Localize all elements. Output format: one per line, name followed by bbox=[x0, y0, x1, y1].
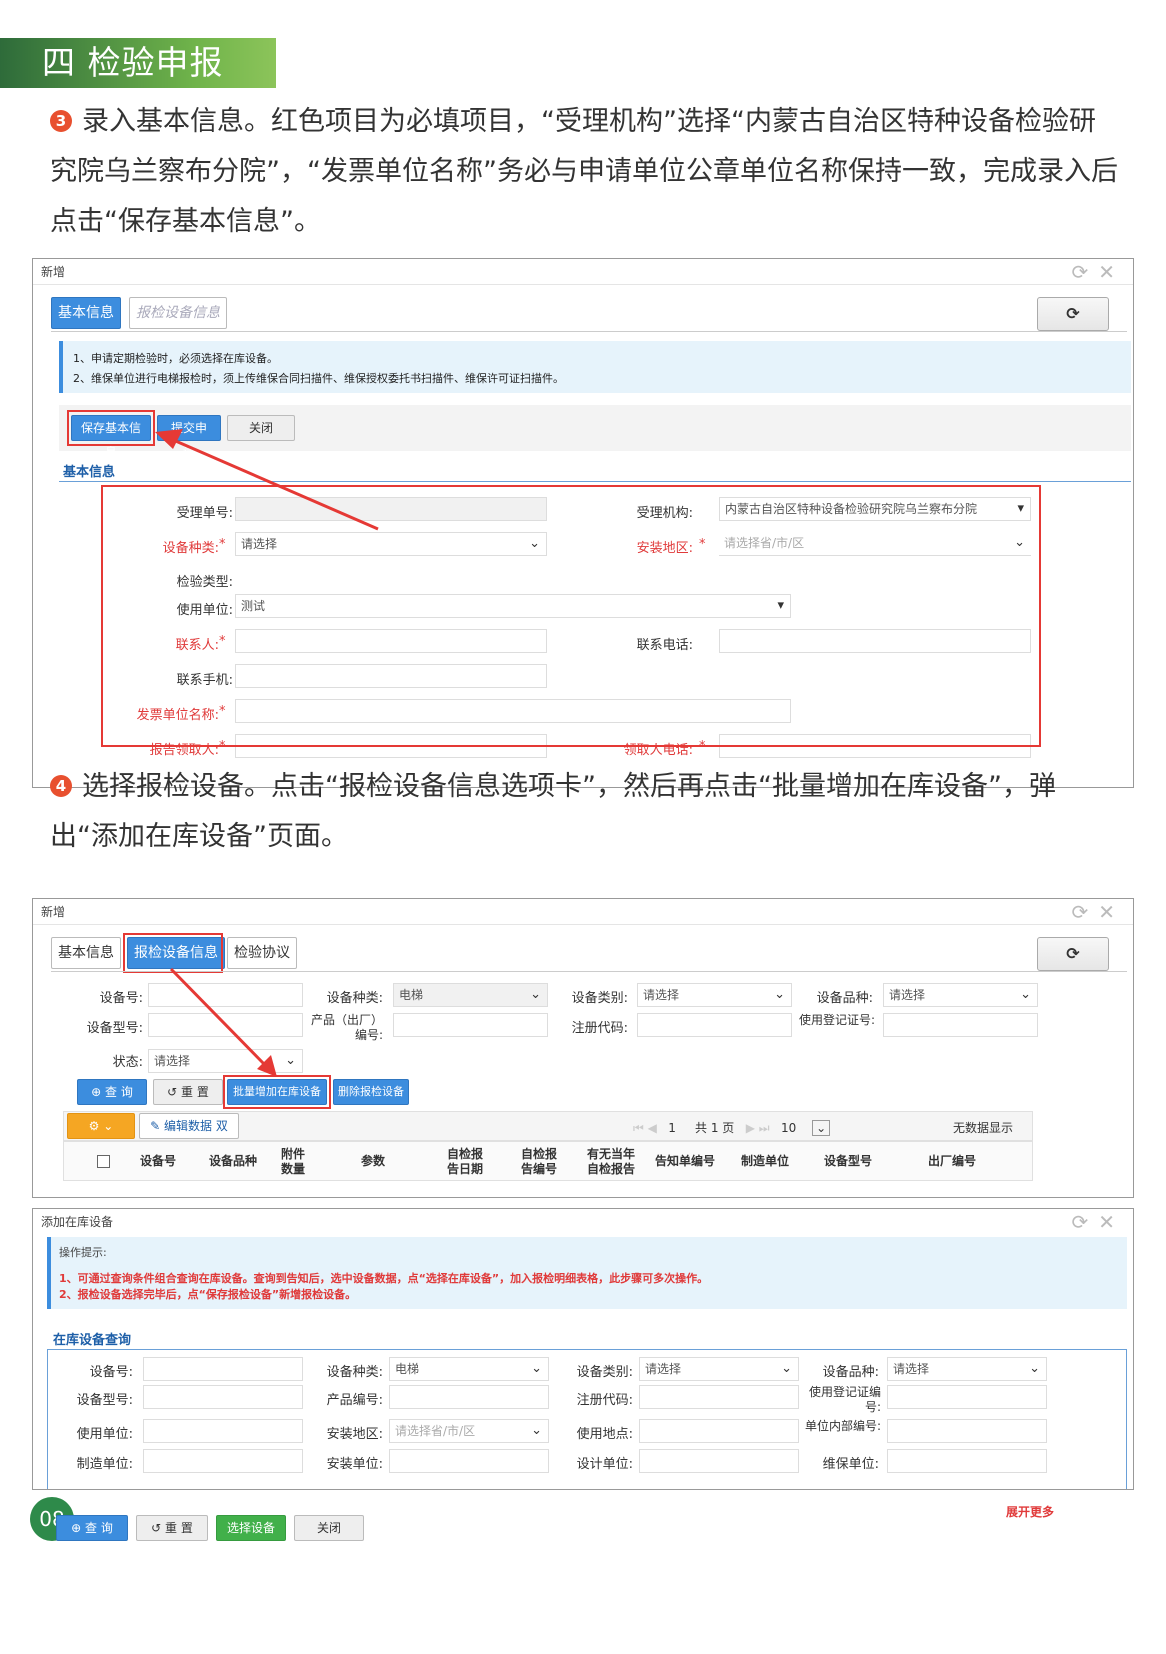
section-title: 四 检验申报 bbox=[0, 38, 276, 88]
select-equipment-button-label: 选择设备 bbox=[226, 1521, 275, 1535]
product-no-field[interactable] bbox=[389, 1385, 549, 1409]
equip-var-value: 请选择 bbox=[893, 1362, 930, 1376]
label-model: 设备型号: bbox=[76, 1393, 133, 1408]
label-equip-type: 设备种类: bbox=[326, 1365, 383, 1380]
label-equip-no: 设备号: bbox=[89, 1365, 133, 1380]
inner-no-field[interactable] bbox=[887, 1419, 1047, 1443]
label-inner-no: 单位内部编号: bbox=[804, 1419, 881, 1433]
user-unit-field[interactable] bbox=[143, 1419, 303, 1443]
screenshot-basic-info: 新增 ⟳✕ 基本信息 报检设备信息 ⟳ 1、申请定期检验时，必须选择在库设备。 … bbox=[32, 258, 1134, 788]
label-designer: 设计单位: bbox=[576, 1457, 633, 1472]
reset-icon: ↺ bbox=[151, 1521, 166, 1535]
label-use-place: 使用地点: bbox=[576, 1427, 633, 1442]
equip-cat-select[interactable]: 请选择 ⌄ bbox=[639, 1357, 799, 1381]
close-button[interactable]: 关闭 bbox=[294, 1515, 364, 1541]
screenshot-add-stock-equipment: 添加在库设备 ⟳✕ 操作提示: 1、可通过查询条件组合查询在库设备。查询到告知后… bbox=[32, 1208, 1134, 1490]
arrow-head-icon bbox=[155, 429, 183, 449]
operation-tips: 操作提示: 1、可通过查询条件组合查询在库设备。查询到告知后，选中设备数据，点“… bbox=[47, 1237, 1127, 1309]
label-reg-code: 注册代码: bbox=[576, 1393, 633, 1408]
label-installer: 安装单位: bbox=[326, 1457, 383, 1472]
installer-field[interactable] bbox=[389, 1449, 549, 1473]
chevron-down-icon: ⌄ bbox=[1029, 1361, 1040, 1376]
refresh-icon[interactable]: ⟳ bbox=[1071, 1210, 1098, 1234]
label-equip-cat: 设备类别: bbox=[576, 1365, 633, 1380]
expand-more-link[interactable]: 展开更多 bbox=[1006, 1503, 1054, 1520]
equip-var-select[interactable]: 请选择 ⌄ bbox=[887, 1357, 1047, 1381]
equip-cat-value: 请选择 bbox=[645, 1362, 682, 1376]
screenshot-equipment-info: 新增 ⟳✕ 基本信息 报检设备信息 检验协议 ⟳ 设备号: 设备种类: 电梯 ⌄ … bbox=[32, 898, 1134, 1198]
reg-code-field[interactable] bbox=[639, 1385, 799, 1409]
query-button-label: 查 询 bbox=[85, 1521, 113, 1535]
label-maker: 制造单位: bbox=[76, 1457, 133, 1472]
step4-paragraph: 4 选择报检设备。点击“报检设备信息选项卡”，然后再点击“批量增加在库设备”，弹出… bbox=[50, 762, 1120, 862]
equip-no-field[interactable] bbox=[143, 1357, 303, 1381]
chevron-down-icon: ⌄ bbox=[531, 1361, 542, 1376]
label-install-area: 安装地区: bbox=[326, 1427, 383, 1442]
tip-line: 2、报检设备选择完毕后，点“保存报检设备”新增报检设备。 bbox=[59, 1288, 357, 1301]
close-button-label: 关闭 bbox=[316, 1521, 341, 1535]
label-maintainer: 维保单位: bbox=[822, 1457, 879, 1472]
use-place-field[interactable] bbox=[639, 1419, 799, 1443]
label-equip-var: 设备品种: bbox=[822, 1365, 879, 1380]
close-icon[interactable]: ✕ bbox=[1098, 1210, 1125, 1234]
select-equipment-button[interactable]: 选择设备 bbox=[216, 1515, 286, 1541]
use-reg-field[interactable] bbox=[887, 1385, 1047, 1409]
tip-line: 1、可通过查询条件组合查询在库设备。查询到告知后，选中设备数据，点“选择在库设备… bbox=[59, 1272, 709, 1285]
window-title: 添加在库设备 bbox=[41, 1215, 114, 1229]
install-area-select[interactable]: 请选择省/市/区 ⌄ bbox=[389, 1419, 549, 1443]
arrow-line bbox=[170, 437, 379, 531]
label-product-no: 产品编号: bbox=[326, 1393, 383, 1408]
step3-text: 录入基本信息。红色项目为必填项目，“受理机构”选择“内蒙古自治区特种设备检验研究… bbox=[50, 106, 1118, 237]
label-user-unit: 使用单位: bbox=[76, 1427, 133, 1442]
equip-type-select[interactable]: 电梯 ⌄ bbox=[389, 1357, 549, 1381]
install-area-placeholder: 请选择省/市/区 bbox=[395, 1424, 476, 1438]
reset-button-label: 重 置 bbox=[165, 1521, 193, 1535]
window-controls: ⟳✕ bbox=[1071, 1209, 1125, 1235]
maintainer-field[interactable] bbox=[887, 1449, 1047, 1473]
step3-paragraph: 3 录入基本信息。红色项目为必填项目，“受理机构”选择“内蒙古自治区特种设备检验研… bbox=[50, 97, 1120, 247]
equip-type-value: 电梯 bbox=[395, 1362, 420, 1376]
label-use-reg: 使用登记证编号: bbox=[808, 1385, 881, 1414]
search-icon: ⊕ bbox=[71, 1521, 86, 1535]
arrow-line bbox=[169, 967, 267, 1067]
arrow-annotation bbox=[155, 429, 379, 531]
window-titlebar: 添加在库设备 ⟳✕ bbox=[33, 1209, 1133, 1235]
step-number-badge: 3 bbox=[50, 110, 72, 132]
chevron-down-icon: ⌄ bbox=[781, 1361, 792, 1376]
chevron-down-icon: ⌄ bbox=[531, 1423, 542, 1438]
maker-field[interactable] bbox=[143, 1449, 303, 1473]
query-button[interactable]: ⊕ 查 询 bbox=[56, 1515, 128, 1541]
step4-text: 选择报检设备。点击“报检设备信息选项卡”，然后再点击“批量增加在库设备”，弹出“… bbox=[50, 771, 1056, 852]
section-head-stock-query: 在库设备查询 bbox=[53, 1333, 132, 1348]
designer-field[interactable] bbox=[639, 1449, 799, 1473]
tips-heading: 操作提示: bbox=[59, 1246, 107, 1259]
model-field[interactable] bbox=[143, 1385, 303, 1409]
reset-button[interactable]: ↺ 重 置 bbox=[136, 1515, 208, 1541]
step-number-badge: 4 bbox=[50, 775, 72, 797]
arrow-annotation bbox=[169, 967, 277, 1077]
